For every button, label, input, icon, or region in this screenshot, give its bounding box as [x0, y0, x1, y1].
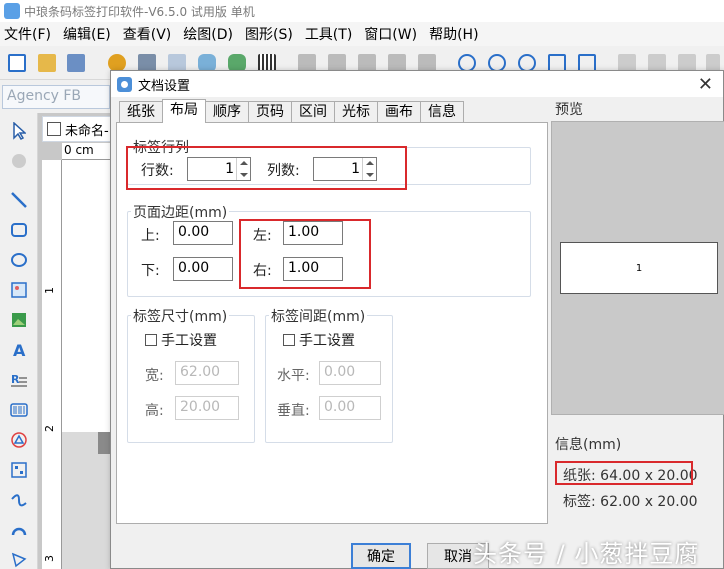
save-icon[interactable]	[67, 54, 85, 72]
margins-title: 页面边距(mm)	[131, 202, 230, 222]
tab-range[interactable]: 区间	[291, 101, 335, 123]
dialog-title-bar: 文档设置 ✕	[111, 71, 723, 97]
tab-canvas[interactable]: 画布	[377, 101, 421, 123]
margin-bottom-label: 下:	[141, 263, 160, 279]
tab-order[interactable]: 顺序	[205, 101, 249, 123]
dialog-title: 文档设置	[138, 78, 191, 94]
menu-window[interactable]: 窗口(W)	[364, 24, 417, 44]
info-title: 信息(mm)	[555, 437, 622, 453]
margin-top-input[interactable]: 0.00	[173, 221, 233, 245]
menu-help[interactable]: 帮助(H)	[429, 24, 478, 44]
line-tool-icon[interactable]	[9, 190, 29, 210]
label-spacing-manual-label: 手工设置	[299, 333, 355, 349]
document-icon	[47, 122, 61, 136]
font-toolbar: Agency FB	[0, 81, 110, 113]
svg-text:A: A	[13, 341, 26, 359]
ruler-mark-3: 3	[43, 555, 56, 562]
tab-layout[interactable]: 布局	[162, 99, 206, 123]
menu-view[interactable]: 查看(V)	[123, 24, 172, 44]
qrcode-tool-icon[interactable]	[9, 460, 29, 480]
app-logo-icon	[4, 3, 20, 19]
label-size-manual-checkbox[interactable]	[145, 334, 157, 346]
margin-bottom-input[interactable]: 0.00	[173, 257, 233, 281]
select-arrow-icon[interactable]	[9, 121, 29, 141]
label-spacing-title: 标签间距(mm)	[269, 306, 368, 326]
new-document-icon[interactable]	[8, 54, 26, 72]
preview-label-box: 1	[560, 242, 718, 294]
layout-tab-panel: 标签行列 行数: 1 列数: 1 页面边距(mm) 上: 0.00 下: 0.0…	[116, 122, 548, 524]
dialog-tabs: 纸张 布局 顺序 页码 区间 光标 画布 信息	[119, 99, 464, 123]
app-title: 中琅条码标签打印软件-V6.5.0 试用版 单机	[24, 4, 255, 19]
tab-paper[interactable]: 纸张	[119, 101, 163, 123]
document-settings-dialog: 文档设置 ✕ 纸张 布局 顺序 页码 区间 光标 画布 信息 标签行列 行数: …	[110, 70, 724, 569]
polygon-tool-icon[interactable]	[9, 550, 29, 569]
label-size-manual-label: 手工设置	[161, 333, 217, 349]
menu-edit[interactable]: 编辑(E)	[63, 24, 111, 44]
ok-button[interactable]: 确定	[351, 543, 411, 569]
spacing-vertical-input[interactable]: 0.00	[319, 396, 381, 420]
margins-highlight	[239, 219, 371, 289]
menu-tools[interactable]: 工具(T)	[305, 24, 352, 44]
tab-page-number[interactable]: 页码	[248, 101, 292, 123]
menu-file[interactable]: 文件(F)	[4, 24, 51, 44]
preview-label-number: 1	[635, 262, 643, 274]
ellipse-tool-icon[interactable]	[9, 250, 29, 270]
arc-tool-icon[interactable]	[9, 520, 29, 540]
ruler-origin-label: 0 cm	[64, 143, 94, 157]
watermark-text: 头条号 / 小葱拌豆腐	[473, 540, 700, 568]
ruler-mark-2: 2	[43, 425, 56, 432]
document-tab[interactable]: 未命名-1	[42, 116, 118, 142]
spacing-horizontal-input[interactable]: 0.00	[319, 361, 381, 385]
spacing-horizontal-label: 水平:	[277, 368, 310, 384]
open-folder-icon[interactable]	[38, 54, 56, 72]
rounded-rect-tool-icon[interactable]	[9, 220, 29, 240]
tab-info[interactable]: 信息	[420, 101, 464, 123]
dialog-settings-icon	[117, 76, 132, 92]
barcode-tool-icon[interactable]	[9, 400, 29, 420]
rotate-icon[interactable]	[9, 151, 29, 171]
label-spacing-manual-checkbox[interactable]	[283, 334, 295, 346]
app-title-bar: 中琅条码标签打印软件-V6.5.0 试用版 单机	[0, 0, 724, 22]
curve-tool-icon[interactable]	[9, 490, 29, 510]
margin-top-label: 上:	[141, 228, 160, 244]
label-height-input[interactable]: 20.00	[175, 396, 239, 420]
rows-cols-highlight	[126, 146, 407, 190]
image-tool-icon[interactable]	[9, 280, 29, 300]
svg-text:R: R	[11, 373, 20, 386]
menu-bar: 文件(F) 编辑(E) 查看(V) 绘图(D) 图形(S) 工具(T) 窗口(W…	[0, 22, 724, 46]
tab-cursor[interactable]: 光标	[334, 101, 378, 123]
text-tool-icon[interactable]: A	[9, 340, 29, 360]
label-width-label: 宽:	[145, 368, 164, 384]
left-toolbox: A R	[0, 113, 38, 569]
label-preview: 1	[551, 121, 724, 415]
font-family-select[interactable]: Agency FB	[2, 85, 110, 109]
vertical-ruler: 1 2 3	[42, 160, 62, 569]
spacing-vertical-label: 垂直:	[277, 403, 310, 419]
ruler-mark-1: 1	[43, 287, 56, 294]
picture-tool-icon[interactable]	[9, 310, 29, 330]
label-width-input[interactable]: 62.00	[175, 361, 239, 385]
preview-title: 预览	[555, 102, 583, 118]
shape-tool-icon[interactable]	[9, 430, 29, 450]
label-height-label: 高:	[145, 403, 164, 419]
paper-size-highlight	[555, 461, 693, 485]
close-icon[interactable]: ✕	[698, 74, 713, 95]
rich-text-tool-icon[interactable]: R	[9, 370, 29, 390]
menu-shape[interactable]: 图形(S)	[245, 24, 293, 44]
label-size-title: 标签尺寸(mm)	[131, 306, 230, 326]
info-label-size: 标签: 62.00 x 20.00	[563, 494, 698, 510]
menu-draw[interactable]: 绘图(D)	[183, 24, 233, 44]
